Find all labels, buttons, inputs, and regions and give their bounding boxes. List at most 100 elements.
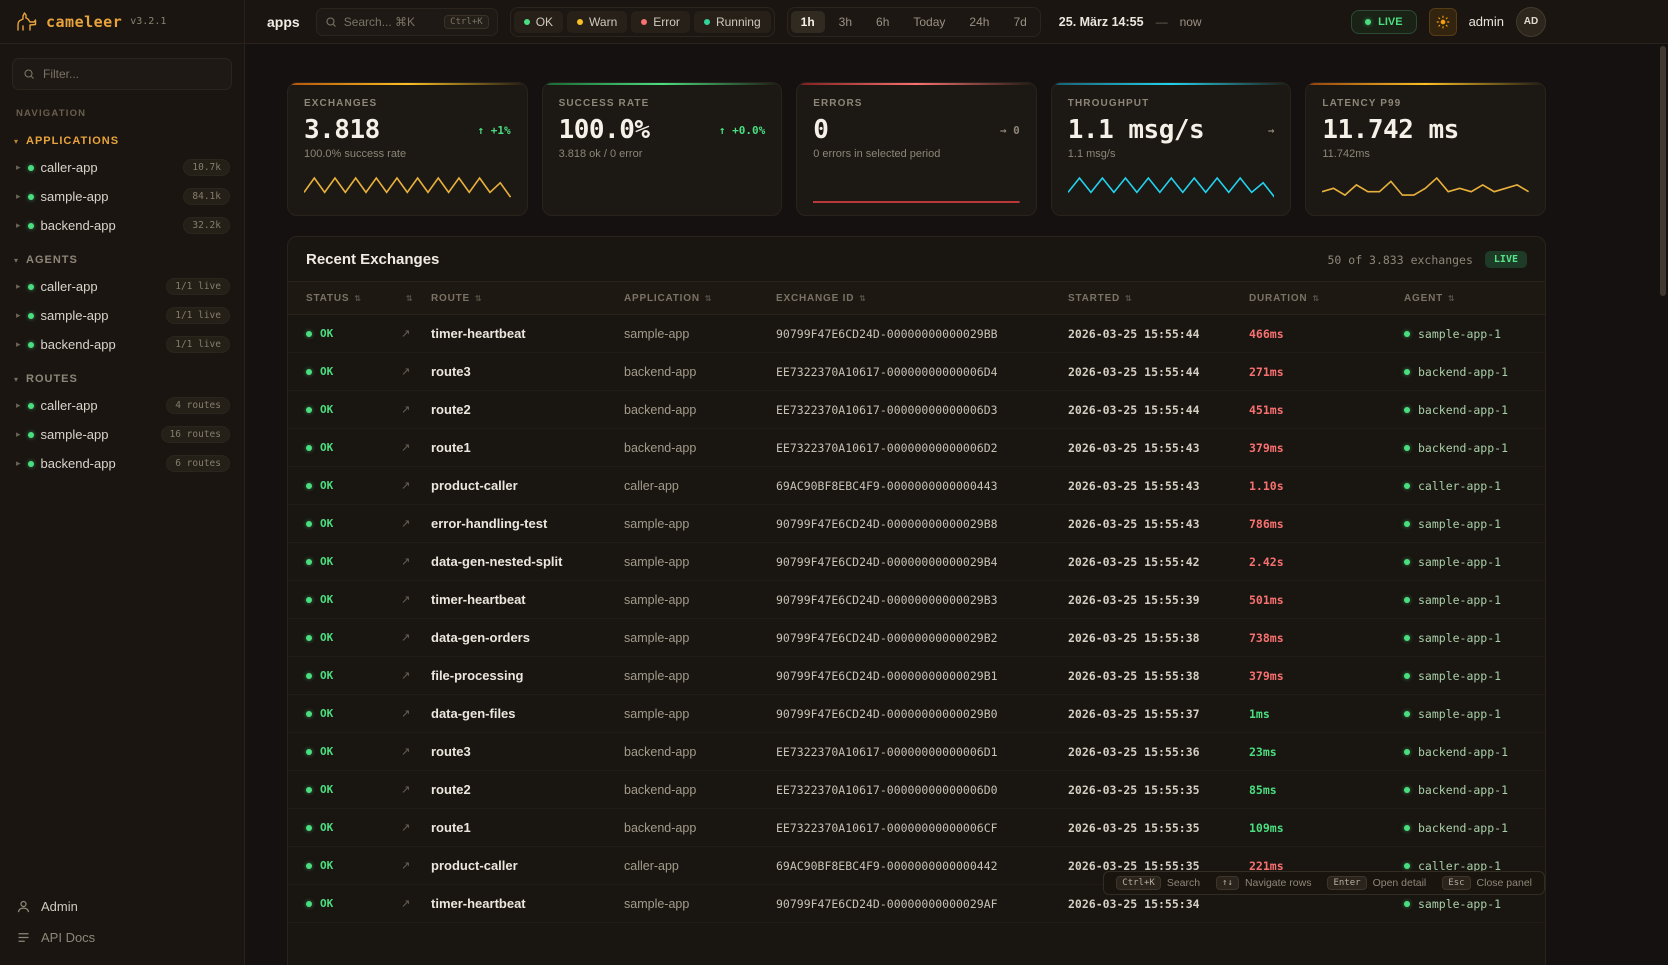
stat-value: 1.1 msg/s <box>1068 115 1204 145</box>
column-header[interactable]: EXCHANGE ID ⇅ <box>776 293 1068 304</box>
external-link-icon[interactable]: ↗ <box>401 593 431 606</box>
app-name: cameleer <box>46 13 122 31</box>
nav-section-toggle[interactable]: ▾ APPLICATIONS <box>0 121 244 153</box>
status-dot <box>306 331 312 337</box>
status-filter-pill[interactable]: OK <box>514 11 563 33</box>
table-row[interactable]: OK ↗ file-processing sample-app 90799F47… <box>288 657 1545 695</box>
external-link-icon[interactable]: ↗ <box>401 783 431 796</box>
live-toggle-button[interactable]: LIVE <box>1351 10 1416 34</box>
column-header[interactable]: APPLICATION ⇅ <box>624 293 776 304</box>
cell-status: OK <box>306 593 401 606</box>
stat-card[interactable]: EXCHANGES 3.818 ↑ +1% 100.0% success rat… <box>287 82 528 216</box>
sidebar-nav-item[interactable]: ▸ caller-app 4 routes <box>0 391 244 420</box>
time-range-pill[interactable]: 6h <box>866 11 899 33</box>
cell-agent: sample-app-1 <box>1404 517 1527 531</box>
sidebar-item-admin[interactable]: Admin <box>16 899 228 914</box>
sidebar-item-api-docs[interactable]: API Docs <box>16 930 228 945</box>
row-started: 2026-03-25 15:55:39 <box>1068 593 1249 607</box>
sidebar-nav-item[interactable]: ▸ sample-app 84.1k <box>0 182 244 211</box>
table-row[interactable]: OK ↗ timer-heartbeat sample-app 90799F47… <box>288 581 1545 619</box>
stat-card[interactable]: THROUGHPUT 1.1 msg/s → 1.1 msg/s <box>1051 82 1292 216</box>
nav-section-toggle[interactable]: ▾ ROUTES <box>0 359 244 391</box>
theme-toggle-button[interactable] <box>1429 8 1457 36</box>
external-link-icon[interactable]: ↗ <box>401 517 431 530</box>
user-name: admin <box>1469 14 1504 29</box>
status-dot <box>28 284 34 290</box>
external-link-icon[interactable]: ↗ <box>401 327 431 340</box>
sidebar-nav-item[interactable]: ▸ backend-app 6 routes <box>0 449 244 478</box>
stat-card[interactable]: SUCCESS RATE 100.0% ↑ +0.0% 3.818 ok / 0… <box>542 82 783 216</box>
external-link-icon[interactable]: ↗ <box>401 707 431 720</box>
column-header[interactable]: STATUS ⇅ <box>306 293 401 304</box>
scrollbar-thumb[interactable] <box>1660 46 1666 296</box>
external-link-icon[interactable]: ↗ <box>401 745 431 758</box>
row-route: timer-heartbeat <box>431 896 624 911</box>
sidebar-nav-item[interactable]: ▸ caller-app 1/1 live <box>0 272 244 301</box>
time-range-pill[interactable]: 1h <box>791 11 825 33</box>
table-row[interactable]: OK ↗ route3 backend-app EE7322370A10617-… <box>288 733 1545 771</box>
table-row[interactable]: OK ↗ data-gen-orders sample-app 90799F47… <box>288 619 1545 657</box>
table-row[interactable]: OK ↗ route1 backend-app EE7322370A10617-… <box>288 809 1545 847</box>
chevron-right-icon: ▸ <box>16 401 21 411</box>
stat-card[interactable]: ERRORS 0 → 0 0 errors in selected period <box>796 82 1037 216</box>
nav-section-toggle[interactable]: ▾ AGENTS <box>0 240 244 272</box>
search-input[interactable]: Search... ⌘K Ctrl+K <box>316 8 498 36</box>
external-link-icon[interactable]: ↗ <box>401 365 431 378</box>
status-dot <box>1404 445 1410 451</box>
avatar[interactable]: AD <box>1516 7 1546 37</box>
external-link-icon[interactable]: ↗ <box>401 403 431 416</box>
filter-placeholder: Filter... <box>43 67 79 81</box>
table-row[interactable]: OK ↗ route1 backend-app EE7322370A10617-… <box>288 429 1545 467</box>
external-link-icon[interactable]: ↗ <box>401 669 431 682</box>
column-header[interactable]: STARTED ⇅ <box>1068 293 1249 304</box>
time-range-pill[interactable]: 7d <box>1003 11 1036 33</box>
external-link-icon[interactable]: ↗ <box>401 821 431 834</box>
row-status: OK <box>320 745 333 758</box>
table-row[interactable]: OK ↗ route3 backend-app EE7322370A10617-… <box>288 353 1545 391</box>
row-route: data-gen-orders <box>431 630 624 645</box>
scrollbar[interactable] <box>1660 46 1667 963</box>
sidebar-nav-item[interactable]: ▸ backend-app 32.2k <box>0 211 244 240</box>
column-header[interactable]: ROUTE ⇅ <box>431 293 624 304</box>
table-row[interactable]: OK ↗ data-gen-files sample-app 90799F47E… <box>288 695 1545 733</box>
status-filter-pill[interactable]: Error <box>631 11 690 33</box>
row-exchange-id: 90799F47E6CD24D-00000000000029B0 <box>776 707 1068 721</box>
date-range-start[interactable]: 25. März 14:55 <box>1059 15 1144 29</box>
app-logo[interactable]: cameleer v3.2.1 <box>0 0 244 44</box>
column-header[interactable]: ⇅ <box>401 294 431 303</box>
table-row[interactable]: OK ↗ timer-heartbeat sample-app 90799F47… <box>288 315 1545 353</box>
status-filter-pill[interactable]: Warn <box>567 11 627 33</box>
table-row[interactable]: OK ↗ route2 backend-app EE7322370A10617-… <box>288 771 1545 809</box>
column-header[interactable]: AGENT ⇅ <box>1404 293 1527 304</box>
sidebar-nav-item[interactable]: ▸ sample-app 16 routes <box>0 420 244 449</box>
stat-card[interactable]: LATENCY P99 11.742 ms 11.742ms <box>1305 82 1546 216</box>
time-range-pill[interactable]: 24h <box>959 11 999 33</box>
time-range-pill[interactable]: 3h <box>829 11 862 33</box>
external-link-icon[interactable]: ↗ <box>401 441 431 454</box>
external-link-icon[interactable]: ↗ <box>401 555 431 568</box>
status-filter-pill[interactable]: Running <box>694 11 771 33</box>
external-link-icon[interactable]: ↗ <box>401 479 431 492</box>
date-range-end[interactable]: now <box>1180 15 1202 29</box>
table-row[interactable]: OK ↗ error-handling-test sample-app 9079… <box>288 505 1545 543</box>
sidebar-nav-item[interactable]: ▸ backend-app 1/1 live <box>0 330 244 359</box>
external-link-icon[interactable]: ↗ <box>401 631 431 644</box>
status-dot <box>306 901 312 907</box>
row-started: 2026-03-25 15:55:37 <box>1068 707 1249 721</box>
status-dot <box>28 165 34 171</box>
sidebar-nav-item[interactable]: ▸ caller-app 10.7k <box>0 153 244 182</box>
table-row[interactable]: OK ↗ product-caller caller-app 69AC90BF8… <box>288 467 1545 505</box>
row-started: 2026-03-25 15:55:44 <box>1068 365 1249 379</box>
external-link-icon[interactable]: ↗ <box>401 897 431 910</box>
column-header[interactable]: DURATION ⇅ <box>1249 293 1404 304</box>
cell-agent: sample-app-1 <box>1404 707 1527 721</box>
table-meta: 50 of 3.833 exchanges LIVE <box>1328 251 1528 268</box>
table-row[interactable]: OK ↗ route2 backend-app EE7322370A10617-… <box>288 391 1545 429</box>
sidebar-nav-item[interactable]: ▸ sample-app 1/1 live <box>0 301 244 330</box>
nav-item-badge: 6 routes <box>166 455 230 472</box>
external-link-icon[interactable]: ↗ <box>401 859 431 872</box>
table-row[interactable]: OK ↗ data-gen-nested-split sample-app 90… <box>288 543 1545 581</box>
sidebar-filter-input[interactable]: Filter... <box>12 58 232 90</box>
cell-agent: sample-app-1 <box>1404 327 1527 341</box>
time-range-pill[interactable]: Today <box>903 11 955 33</box>
